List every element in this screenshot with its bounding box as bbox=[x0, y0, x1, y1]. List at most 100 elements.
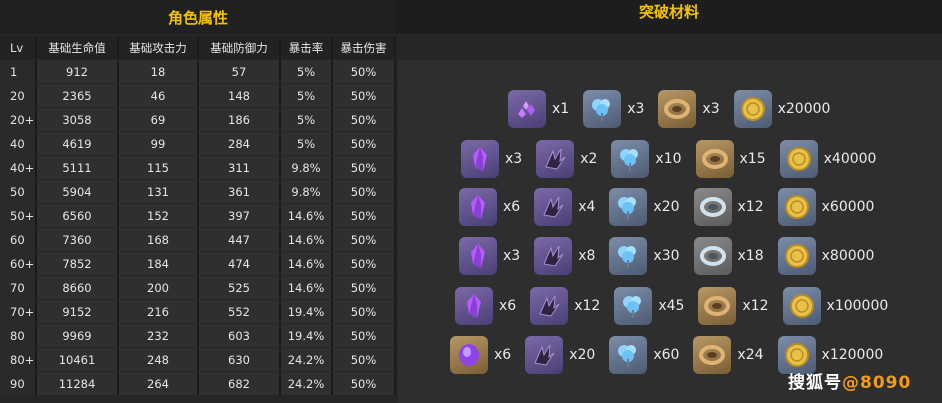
material-count: x120000 bbox=[821, 347, 884, 363]
stats-row: 70 8660 200 525 14.6% 50% bbox=[0, 276, 396, 299]
stats-row: 80+ 10461 248 630 24.2% 50% bbox=[0, 348, 396, 371]
material-count: x10 bbox=[655, 151, 682, 167]
cell-crit-rate: 5% bbox=[281, 108, 333, 131]
material-count: x12 bbox=[737, 199, 764, 215]
dark-claw-icon bbox=[534, 237, 573, 275]
cell-crit-dmg: 50% bbox=[333, 300, 396, 323]
cell-base-hp: 6560 bbox=[37, 204, 119, 227]
cell-base-atk: 131 bbox=[119, 180, 199, 203]
material-item: x3 bbox=[658, 90, 720, 128]
cell-lv: 60 bbox=[0, 228, 37, 251]
material-item: x24 bbox=[693, 336, 764, 374]
dark-claw-icon bbox=[525, 336, 564, 374]
gold-coin-icon bbox=[733, 90, 772, 128]
cell-base-hp: 7360 bbox=[37, 228, 119, 251]
material-count: x6 bbox=[494, 347, 512, 363]
material-item: x20000 bbox=[733, 90, 830, 128]
cell-crit-dmg: 50% bbox=[333, 60, 396, 83]
cell-base-def: 284 bbox=[199, 132, 281, 155]
cell-base-hp: 912 bbox=[37, 60, 119, 83]
material-row: x3 x2 x10 x15 x40000 bbox=[461, 138, 876, 180]
material-item: x30 bbox=[609, 237, 680, 275]
material-count: x20 bbox=[653, 199, 680, 215]
stats-row: 20+ 3058 69 186 5% 50% bbox=[0, 108, 396, 131]
material-count: x100000 bbox=[826, 298, 889, 314]
cell-base-atk: 115 bbox=[119, 156, 199, 179]
material-count: x15 bbox=[739, 151, 766, 167]
material-item: x12 bbox=[693, 188, 764, 226]
cell-lv: 50+ bbox=[0, 204, 37, 227]
cell-lv: 40 bbox=[0, 132, 37, 155]
cell-crit-dmg: 50% bbox=[333, 180, 396, 203]
blue-flower-icon bbox=[609, 336, 648, 374]
material-item: x20 bbox=[609, 188, 680, 226]
material-item: x1 bbox=[508, 90, 569, 128]
material-item: x6 bbox=[455, 287, 516, 325]
cell-base-def: 447 bbox=[199, 228, 281, 251]
material-count: x12 bbox=[742, 298, 769, 314]
cell-lv: 20 bbox=[0, 84, 37, 107]
cell-lv: 90 bbox=[0, 372, 37, 395]
stats-row: 90 11284 264 682 24.2% 50% bbox=[0, 372, 396, 395]
stats-row: 50+ 6560 152 397 14.6% 50% bbox=[0, 204, 396, 227]
material-count: x1 bbox=[552, 101, 570, 117]
cell-base-hp: 9969 bbox=[37, 324, 119, 347]
cell-crit-dmg: 50% bbox=[333, 204, 396, 227]
material-item: x80000 bbox=[777, 237, 875, 275]
stats-row: 60 7360 168 447 14.6% 50% bbox=[0, 228, 396, 251]
cell-crit-dmg: 50% bbox=[333, 348, 396, 371]
watermark-site: @8090 bbox=[842, 373, 912, 393]
stats-row: 50 5904 131 361 9.8% 50% bbox=[0, 180, 396, 203]
cell-base-def: 682 bbox=[199, 372, 281, 395]
cell-crit-dmg: 50% bbox=[333, 252, 396, 275]
material-count: x3 bbox=[702, 101, 720, 117]
blue-flower-icon bbox=[583, 90, 622, 128]
cell-base-atk: 99 bbox=[119, 132, 199, 155]
stats-row: 60+ 7852 184 474 14.6% 50% bbox=[0, 252, 396, 275]
cell-base-hp: 9152 bbox=[37, 300, 119, 323]
material-row: x6 x4 x20 x12 x60000 bbox=[459, 186, 874, 228]
cell-crit-dmg: 50% bbox=[333, 108, 396, 131]
blue-flower-icon bbox=[611, 140, 650, 178]
cell-crit-dmg: 50% bbox=[333, 372, 396, 395]
cell-base-atk: 18 bbox=[119, 60, 199, 83]
bronze-ring-icon bbox=[698, 287, 737, 325]
cell-lv: 50 bbox=[0, 180, 37, 203]
cell-lv: 80+ bbox=[0, 348, 37, 371]
material-row: x6 x12 x45 x12 x100000 bbox=[455, 285, 888, 327]
cell-crit-rate: 24.2% bbox=[281, 348, 333, 371]
blue-flower-icon bbox=[609, 188, 648, 226]
material-count: x8 bbox=[578, 248, 596, 264]
cell-crit-rate: 5% bbox=[281, 84, 333, 107]
material-item: x3 bbox=[583, 90, 644, 128]
material-count: x2 bbox=[580, 151, 598, 167]
watermark: 搜狐号@8090 bbox=[788, 368, 911, 393]
material-count: x4 bbox=[578, 199, 596, 215]
material-item: x12 bbox=[698, 287, 769, 325]
purple-crystal-icon bbox=[461, 140, 499, 178]
cell-base-atk: 184 bbox=[119, 252, 199, 275]
cell-base-atk: 248 bbox=[119, 348, 199, 371]
cell-crit-rate: 19.4% bbox=[281, 324, 333, 347]
cell-crit-rate: 19.4% bbox=[281, 300, 333, 323]
stats-row: 20 2365 46 148 5% 50% bbox=[0, 84, 396, 107]
cell-base-hp: 7852 bbox=[37, 252, 119, 275]
material-item: x18 bbox=[693, 237, 764, 275]
cell-base-def: 525 bbox=[199, 276, 281, 299]
column-header-base-hp: 基础生命值 bbox=[37, 37, 119, 59]
cell-crit-dmg: 50% bbox=[333, 276, 396, 299]
cell-crit-rate: 14.6% bbox=[281, 252, 333, 275]
watermark-brand: 搜狐号 bbox=[788, 373, 842, 393]
dark-claw-icon bbox=[530, 287, 569, 325]
material-count: x80000 bbox=[821, 248, 875, 264]
character-stats-header: 角色属性 bbox=[0, 0, 396, 34]
cell-crit-dmg: 50% bbox=[333, 324, 396, 347]
column-header-lv: Lv bbox=[0, 37, 37, 59]
cell-base-hp: 5904 bbox=[37, 180, 119, 203]
material-item: x12 bbox=[530, 287, 600, 325]
blue-flower-icon bbox=[609, 237, 648, 275]
cell-crit-rate: 14.6% bbox=[281, 228, 333, 251]
cell-lv: 80 bbox=[0, 324, 37, 347]
cell-base-def: 603 bbox=[199, 324, 281, 347]
silver-ring-icon bbox=[693, 237, 732, 275]
